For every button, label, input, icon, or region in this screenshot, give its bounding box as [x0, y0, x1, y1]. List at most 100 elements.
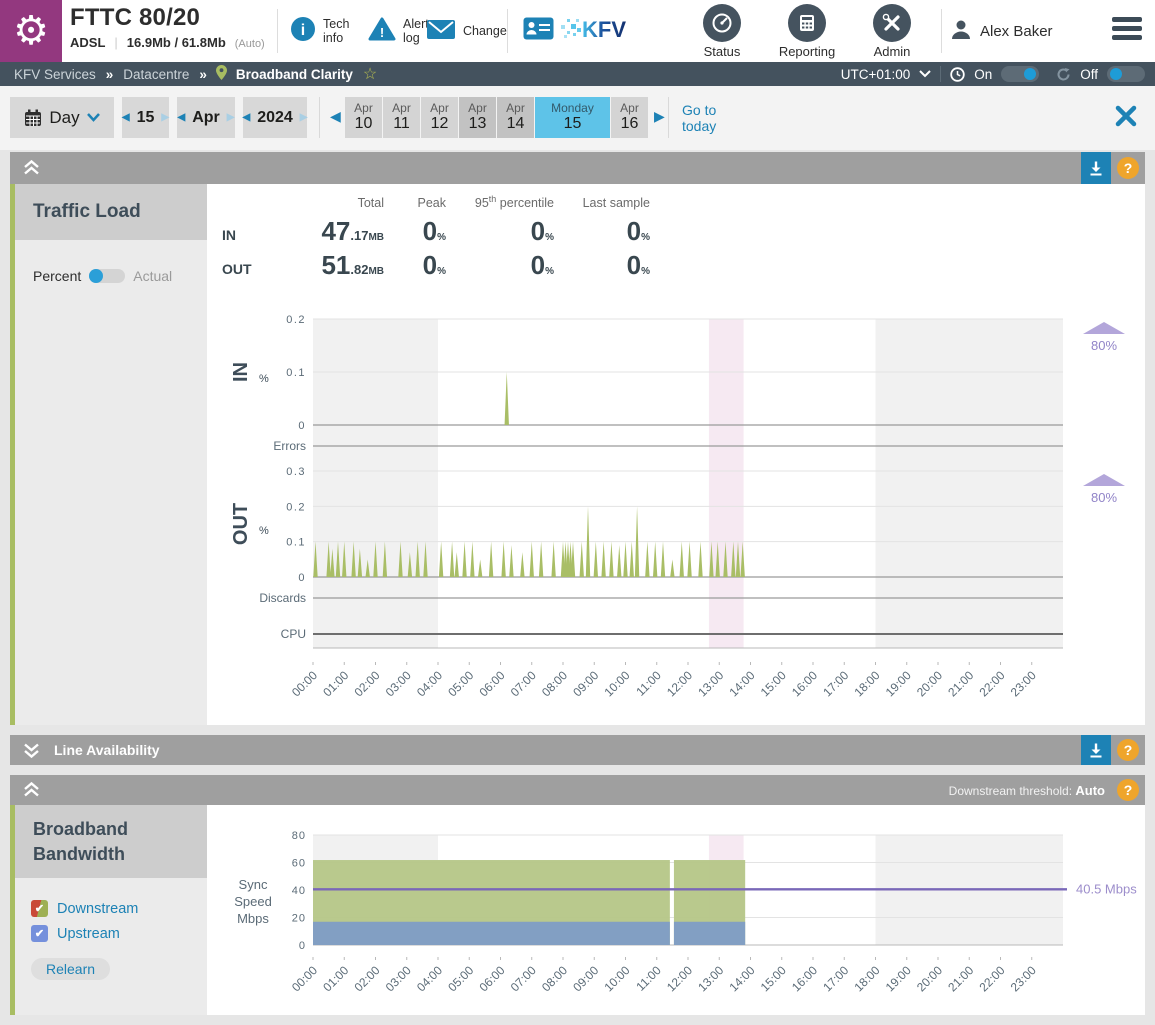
out-peak-value: 0%: [384, 250, 446, 281]
x-tick-label: 11:00: [633, 668, 664, 699]
kfv-logo: KFV: [561, 15, 649, 48]
stepper-prev-icon[interactable]: ◀: [178, 112, 186, 123]
divider: [507, 9, 508, 53]
x-tick-label: 05:00: [445, 963, 476, 994]
collapse-panel-icon[interactable]: [22, 159, 41, 181]
download-button[interactable]: [1081, 735, 1111, 765]
period-dropdown[interactable]: Day: [10, 97, 114, 138]
help-button[interactable]: ?: [1117, 157, 1139, 179]
traffic-spike: [623, 542, 627, 577]
traffic-spike: [408, 552, 412, 577]
x-tick-label: 23:00: [1008, 963, 1039, 994]
traffic-spike: [680, 542, 684, 577]
stepper-prev-icon[interactable]: ◀: [243, 112, 251, 123]
change-button[interactable]: Change: [426, 0, 515, 62]
traffic-spike: [566, 542, 570, 577]
help-button[interactable]: ?: [1117, 739, 1139, 761]
stepper-next-icon[interactable]: ▶: [300, 112, 308, 123]
row-label: Errors: [273, 439, 306, 453]
expand-panel-icon[interactable]: [22, 742, 41, 764]
traffic-spike: [709, 542, 713, 577]
breadcrumb-kfv-services[interactable]: KFV Services: [14, 67, 96, 82]
chevron-down-icon[interactable]: [919, 70, 931, 78]
downstream-area: [313, 860, 670, 945]
svg-text:i: i: [301, 22, 305, 39]
favourite-star-icon[interactable]: ☆: [363, 64, 377, 84]
traffic-spike: [563, 542, 567, 577]
upstream-checkbox[interactable]: ✔: [31, 925, 48, 942]
percent-actual-toggle[interactable]: [89, 269, 125, 283]
alert-icon: !: [368, 16, 396, 47]
nav-admin-button[interactable]: Admin: [863, 4, 921, 59]
downstream-checkbox-row[interactable]: ✔ Downstream: [31, 900, 207, 917]
threshold-value: Auto: [1075, 783, 1105, 798]
help-button[interactable]: ?: [1117, 779, 1139, 801]
user-name: Alex Baker: [980, 23, 1053, 40]
nav-status-button[interactable]: Status: [692, 4, 752, 59]
traffic-spike: [501, 542, 505, 577]
x-tick-label: 18:00: [851, 668, 882, 699]
refresh-toggle[interactable]: [1107, 66, 1145, 82]
day-tab-apr-10[interactable]: Apr10: [345, 97, 382, 138]
day-value: 15: [137, 109, 155, 127]
close-datebar-icon[interactable]: [1114, 104, 1138, 133]
x-tick-label: 12:00: [664, 963, 695, 994]
svg-text:!: !: [380, 25, 384, 40]
traffic-spike: [571, 542, 575, 577]
threshold-line-label: 40.5 Mbps: [1076, 881, 1137, 896]
in-total-value: 47.17MB: [264, 216, 384, 247]
nav-reporting-button[interactable]: Reporting: [769, 4, 845, 59]
go-to-today-link[interactable]: Go to today: [682, 102, 732, 134]
day-tab-apr-16[interactable]: Apr16: [611, 97, 648, 138]
service-subtitle: ADSL | 16.9Mb / 61.8Mb (Auto): [70, 35, 265, 50]
tech-info-button[interactable]: i Tech info: [290, 0, 357, 62]
day-stepper[interactable]: ◀ 15 ▶: [122, 97, 169, 138]
traffic-spike: [653, 542, 657, 577]
dates-scroll-right-icon[interactable]: ▶: [654, 108, 665, 125]
user-menu[interactable]: Alex Baker: [950, 0, 1053, 62]
x-tick-label: 19:00: [883, 668, 914, 699]
year-stepper[interactable]: ◀ 2024 ▶: [243, 97, 307, 138]
traffic-spike: [630, 542, 634, 577]
clock-toggle[interactable]: [1001, 66, 1039, 82]
timezone-select[interactable]: UTC+01:00: [841, 67, 910, 82]
x-tick-label: 14:00: [726, 668, 757, 699]
nav-admin-label: Admin: [863, 44, 921, 59]
app-logo-gear-icon[interactable]: ⚙: [0, 0, 62, 62]
download-button[interactable]: [1081, 152, 1111, 184]
traffic-load-panel: ? Traffic Load Percent Actual Total Peak…: [10, 152, 1145, 725]
hamburger-menu-icon[interactable]: [1112, 17, 1142, 44]
month-stepper[interactable]: ◀ Apr ▶: [177, 97, 235, 138]
stepper-next-icon[interactable]: ▶: [227, 112, 235, 123]
info-icon: i: [290, 16, 316, 47]
chart-band: [313, 835, 438, 945]
traffic-spike: [365, 559, 369, 577]
traffic-sidebar: Traffic Load Percent Actual: [10, 184, 207, 725]
x-tick-label: 06:00: [476, 963, 507, 994]
envelope-icon: [426, 18, 456, 45]
x-tick-label: 05:00: [445, 668, 476, 699]
collapse-panel-icon[interactable]: [22, 781, 41, 803]
y-axis-title: Speed: [234, 894, 272, 909]
service-title: FTTC 80/20: [70, 4, 265, 32]
clock-icon: [950, 67, 965, 82]
breadcrumb-datacentre[interactable]: Datacentre: [123, 67, 189, 82]
x-tick-label: 21:00: [945, 963, 976, 994]
y-axis-title: Mbps: [237, 911, 269, 926]
dates-scroll-left-icon[interactable]: ◀: [330, 108, 341, 125]
brand-block[interactable]: KFV: [523, 0, 649, 62]
day-tab-apr-11[interactable]: Apr11: [383, 97, 420, 138]
day-tab-apr-12[interactable]: Apr12: [421, 97, 458, 138]
downstream-checkbox[interactable]: ✔: [31, 900, 48, 917]
percent-label: Percent: [33, 268, 81, 284]
stepper-prev-icon[interactable]: ◀: [122, 112, 130, 123]
traffic-spike: [715, 542, 719, 577]
stepper-next-icon[interactable]: ▶: [161, 112, 169, 123]
upstream-checkbox-row[interactable]: ✔ Upstream: [31, 925, 207, 942]
relearn-button[interactable]: Relearn: [31, 958, 110, 980]
refresh-toggle-label: Off: [1080, 67, 1098, 82]
day-tab-apr-14[interactable]: Apr14: [497, 97, 534, 138]
day-tab-apr-13[interactable]: Apr13: [459, 97, 496, 138]
day-tab-monday-15-selected[interactable]: Monday15: [535, 97, 610, 138]
y-tick-label: 0: [299, 940, 306, 952]
